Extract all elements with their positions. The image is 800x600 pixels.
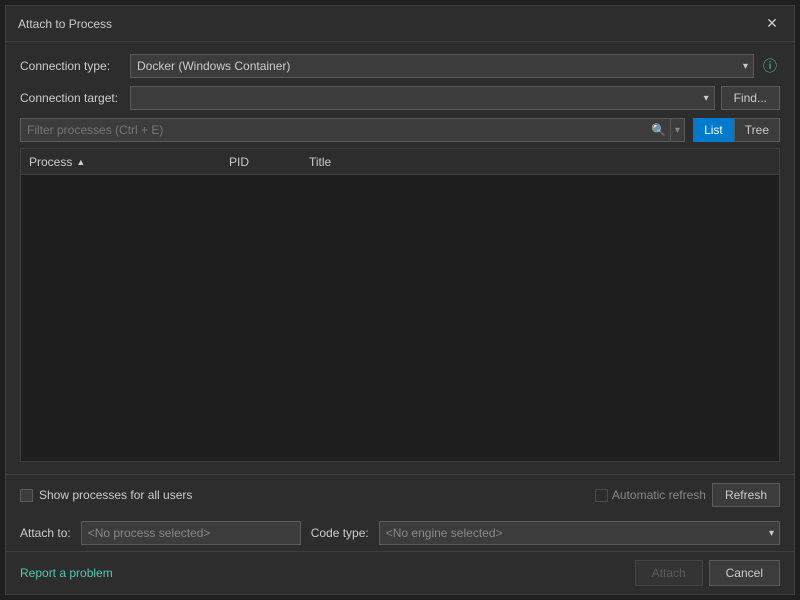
- tree-view-button[interactable]: Tree: [734, 118, 780, 142]
- action-buttons: Attach Cancel: [635, 560, 780, 586]
- show-all-users-label: Show processes for all users: [39, 488, 192, 502]
- dialog-title: Attach to Process: [18, 17, 112, 31]
- title-column-header[interactable]: Title: [301, 149, 779, 174]
- show-all-users-checkbox[interactable]: Show processes for all users: [20, 488, 192, 502]
- pid-column-header[interactable]: PID: [221, 149, 301, 174]
- connection-target-wrapper: [130, 86, 715, 110]
- attach-to-process-dialog: Attach to Process ✕ Connection type: Doc…: [5, 5, 795, 595]
- close-button[interactable]: ✕: [762, 14, 782, 34]
- right-controls: Automatic refresh Refresh: [595, 483, 780, 507]
- connection-type-wrapper: Docker (Windows Container): [130, 54, 754, 78]
- show-all-users-check[interactable]: [20, 489, 33, 502]
- auto-refresh-checkbox[interactable]: Automatic refresh: [595, 488, 706, 502]
- auto-refresh-check[interactable]: [595, 489, 608, 502]
- find-button[interactable]: Find...: [721, 86, 780, 110]
- search-icon: 🔍: [647, 123, 670, 137]
- code-type-select[interactable]: <No engine selected> Automatic Managed (…: [379, 521, 780, 545]
- dialog-content: Connection type: Docker (Windows Contain…: [6, 42, 794, 474]
- connection-target-row: Connection target: Find...: [20, 86, 780, 110]
- bottom-bar: Show processes for all users Automatic r…: [6, 474, 794, 515]
- attach-to-label: Attach to:: [20, 526, 71, 540]
- connection-target-label: Connection target:: [20, 91, 130, 105]
- title-bar: Attach to Process ✕: [6, 6, 794, 42]
- table-header: Process ▲ PID Title: [21, 149, 779, 175]
- report-problem-link[interactable]: Report a problem: [20, 566, 113, 580]
- attach-button[interactable]: Attach: [635, 560, 703, 586]
- attach-to-input[interactable]: [81, 521, 301, 545]
- sort-arrow: ▲: [76, 157, 85, 167]
- table-body: [21, 175, 779, 461]
- filter-input-wrapper: 🔍 ▾: [20, 118, 685, 142]
- code-type-select-wrapper: <No engine selected> Automatic Managed (…: [379, 521, 780, 545]
- cancel-button[interactable]: Cancel: [709, 560, 780, 586]
- attach-row: Attach to: Code type: <No engine selecte…: [6, 515, 794, 551]
- connection-type-select[interactable]: Docker (Windows Container): [130, 54, 754, 78]
- footer-row: Report a problem Attach Cancel: [6, 551, 794, 594]
- filter-input[interactable]: [21, 123, 647, 137]
- auto-refresh-label: Automatic refresh: [612, 488, 706, 502]
- filter-dropdown-button[interactable]: ▾: [670, 119, 684, 141]
- connection-type-label: Connection type:: [20, 59, 130, 73]
- info-icon[interactable]: ⓘ: [760, 56, 780, 76]
- list-view-button[interactable]: List: [693, 118, 734, 142]
- process-table: Process ▲ PID Title: [20, 148, 780, 462]
- filter-row: 🔍 ▾ List Tree: [20, 118, 780, 142]
- connection-type-row: Connection type: Docker (Windows Contain…: [20, 54, 780, 78]
- code-type-label: Code type:: [311, 526, 369, 540]
- refresh-button[interactable]: Refresh: [712, 483, 780, 507]
- process-column-header[interactable]: Process ▲: [21, 149, 221, 174]
- connection-target-select[interactable]: [130, 86, 715, 110]
- view-buttons: List Tree: [693, 118, 780, 142]
